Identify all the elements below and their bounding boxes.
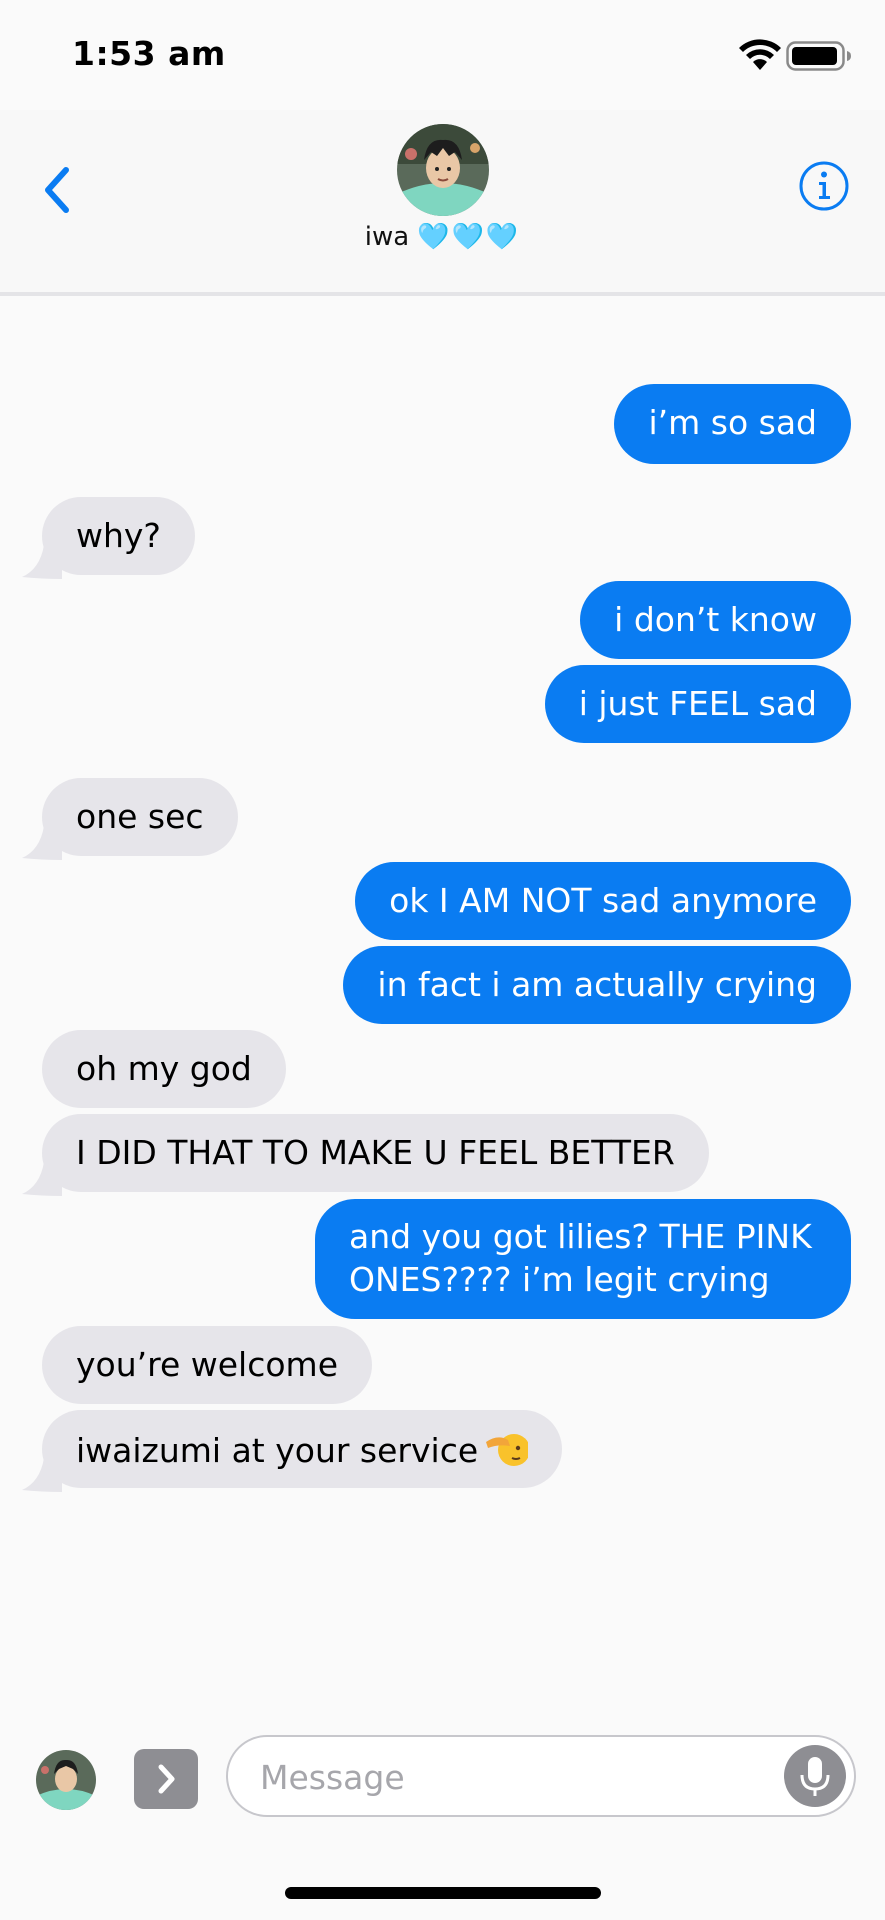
message-thread[interactable]: i’m so sad why? i don’t know i just FEEL… <box>0 296 885 1716</box>
message-text: I DID THAT TO MAKE U FEEL BETTER <box>76 1133 675 1172</box>
message-text: i’m so sad <box>648 403 817 442</box>
microphone-button[interactable] <box>784 1745 846 1807</box>
bubble-tail <box>22 1162 62 1196</box>
home-indicator[interactable] <box>285 1887 601 1899</box>
contact-avatar[interactable] <box>397 124 489 216</box>
message-input[interactable] <box>258 1751 762 1803</box>
message-bubble-incoming[interactable]: you’re welcome <box>42 1326 373 1404</box>
bubble-tail <box>22 545 62 579</box>
avatar-image <box>36 1750 96 1810</box>
message-bubble-incoming[interactable]: iwaizumi at your service <box>42 1410 563 1488</box>
message-text: one sec <box>76 797 204 836</box>
message-text: ok I AM NOT sad anymore <box>389 881 817 920</box>
message-text: i don’t know <box>614 600 817 639</box>
message-text: you’re welcome <box>76 1345 339 1384</box>
conversation-header: iwa 🩵🩵🩵 <box>0 110 885 296</box>
message-bubble-outgoing[interactable]: ok I AM NOT sad anymore <box>355 862 851 940</box>
message-text: i just FEEL sad <box>578 684 817 723</box>
microphone-icon <box>800 1757 830 1796</box>
message-text: why? <box>76 516 161 555</box>
wifi-icon <box>739 39 781 70</box>
message-bubble-incoming[interactable]: I DID THAT TO MAKE U FEEL BETTER <box>42 1114 709 1192</box>
info-icon[interactable] <box>798 160 850 212</box>
battery-icon <box>786 41 851 71</box>
apps-button[interactable] <box>134 1749 198 1809</box>
memoji-avatar-button[interactable] <box>36 1750 96 1810</box>
bubble-tail <box>22 826 62 860</box>
avatar-image <box>397 124 489 216</box>
message-bubble-outgoing[interactable]: and you got lilies? THE PINK ONES???? i’… <box>315 1199 851 1319</box>
message-text: iwaizumi at your service <box>76 1431 479 1470</box>
status-time: 1:53 am <box>72 34 226 73</box>
message-bubble-incoming[interactable]: oh my god <box>42 1030 286 1108</box>
message-field[interactable] <box>226 1735 856 1817</box>
message-bubble-incoming[interactable]: why? <box>42 497 195 575</box>
message-bubble-outgoing[interactable]: i’m so sad <box>614 384 851 464</box>
messages-screen: 1:53 am iwa 🩵🩵🩵 i’m so sad why? i don’t … <box>0 0 885 1920</box>
message-text: oh my god <box>76 1049 252 1088</box>
saluting-face-icon <box>486 1434 529 1466</box>
bubble-tail <box>22 1458 62 1492</box>
contact-name[interactable]: iwa 🩵🩵🩵 <box>0 222 885 252</box>
message-bubble-incoming[interactable]: one sec <box>42 778 238 856</box>
message-bubble-outgoing[interactable]: i don’t know <box>580 581 851 659</box>
message-bubble-outgoing[interactable]: in fact i am actually crying <box>343 946 851 1024</box>
chevron-left-icon[interactable] <box>38 160 78 220</box>
status-bar: 1:53 am <box>0 0 885 110</box>
chevron-right-icon <box>158 1764 175 1794</box>
message-text: in fact i am actually crying <box>377 965 817 1004</box>
message-bubble-outgoing[interactable]: i just FEEL sad <box>544 665 851 743</box>
contact-name-text: iwa <box>364 222 410 252</box>
hearts-emoji: 🩵🩵🩵 <box>417 222 521 252</box>
message-text: and you got lilies? THE PINK ONES???? i’… <box>349 1217 812 1299</box>
